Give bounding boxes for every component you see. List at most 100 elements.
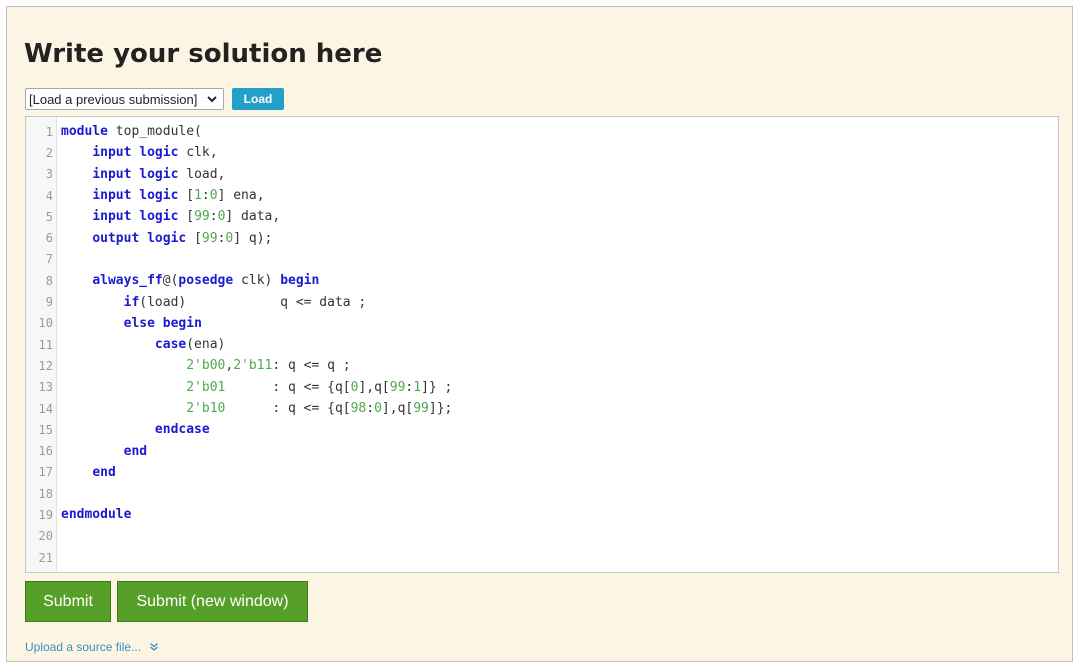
code-keyword: end [123, 443, 148, 459]
code-token: : [366, 401, 375, 416]
load-button[interactable]: Load [232, 88, 284, 110]
code-number: 0 [374, 401, 382, 416]
line-number: 14 [38, 401, 53, 416]
code-keyword: input [92, 145, 132, 161]
code-token: ]} ; [421, 379, 453, 395]
code-line: 8 always_ff@(posedge clk) begin [26, 270, 1058, 291]
code-token: : [209, 209, 218, 225]
code-keyword: else [123, 315, 155, 331]
code-number: 1 [413, 379, 422, 395]
code-keyword: module [61, 124, 108, 140]
line-number: 7 [45, 252, 53, 267]
line-number: 18 [38, 486, 53, 501]
code-keyword: endmodule [61, 507, 132, 523]
code-line: 6 output logic [99:0] q); [26, 227, 1058, 248]
code-line: 12 2'b00,2'b11: q <= q ; [26, 355, 1058, 376]
code-keyword: input [92, 209, 132, 225]
code-token: load, [178, 166, 226, 182]
code-keyword: logic [147, 230, 187, 246]
code-token: : q <= {q[ [225, 379, 351, 395]
code-number: 99 [389, 379, 406, 395]
double-chevron-down-icon [150, 642, 159, 651]
code-line: 3 input logic load, [26, 164, 1058, 185]
code-token: : q <= q ; [272, 358, 351, 374]
code-number: 99 [201, 230, 218, 246]
line-number: 21 [38, 550, 53, 565]
line-number: 5 [45, 209, 53, 224]
code-token: ]}; [428, 401, 453, 416]
code-token: ],q[ [358, 379, 390, 395]
code-text: always_ff@(posedge clk) begin [53, 273, 319, 288]
code-token: @( [162, 273, 179, 289]
code-number: 98 [350, 401, 367, 416]
code-keyword: logic [139, 166, 179, 182]
line-number: 3 [45, 167, 53, 182]
code-keyword: case [154, 337, 187, 353]
code-text: endcase [53, 422, 210, 437]
code-token: : [201, 188, 210, 204]
code-text: else begin [53, 316, 202, 331]
code-token: (load) q <= data ; [139, 294, 367, 310]
solution-panel: Write your solution here [Load a previou… [6, 6, 1073, 662]
code-line: 11 case(ena) [26, 334, 1058, 355]
previous-submission-select[interactable]: [Load a previous submission] [25, 88, 224, 110]
code-text: 2'b00,2'b11: q <= q ; [53, 358, 351, 374]
chevron-down-icon [207, 96, 217, 103]
code-keyword: end [92, 464, 116, 480]
code-line: 16 end [26, 440, 1058, 461]
code-keyword: posedge [178, 273, 234, 289]
line-number: 17 [38, 465, 53, 480]
code-text: input logic clk, [53, 145, 217, 161]
code-keyword: input [92, 188, 132, 204]
code-token: [ [186, 230, 202, 246]
code-line: 1 module top_module( [26, 121, 1058, 142]
code-keyword: if [123, 294, 140, 310]
code-keyword: endcase [154, 422, 210, 438]
line-number: 15 [38, 422, 53, 437]
line-number: 4 [45, 188, 53, 203]
code-line: 13 2'b01 : q <= {q[0],q[99:1]} ; [26, 377, 1058, 398]
code-line: 2 input logic clk, [26, 142, 1058, 163]
submit-button[interactable]: Submit [25, 581, 111, 622]
code-number: 2'b10 [186, 401, 226, 416]
code-token: (ena) [186, 337, 226, 353]
line-number: 16 [38, 444, 53, 459]
code-text: case(ena) [53, 337, 225, 352]
code-keyword: logic [139, 188, 179, 204]
code-number: 1 [194, 188, 202, 204]
code-editor[interactable]: 1 module top_module(2 input logic clk, 3 i… [25, 116, 1059, 573]
code-text: endmodule [53, 507, 131, 522]
code-token: [ [178, 209, 195, 225]
code-keyword: begin [162, 315, 202, 331]
code-text: module top_module( [53, 124, 202, 139]
code-line: 15 endcase [26, 419, 1058, 440]
line-number: 12 [38, 358, 53, 373]
line-number: 8 [45, 273, 53, 288]
line-number: 19 [38, 507, 53, 522]
code-line: 17 end [26, 462, 1058, 483]
code-keyword: always_ff [92, 273, 163, 289]
code-line: 14 2'b10 : q <= {q[98:0],q[99]}; [26, 398, 1058, 419]
line-number: 2 [45, 145, 53, 160]
code-line: 19 endmodule [26, 504, 1058, 525]
line-number: 11 [38, 337, 53, 352]
upload-source-link[interactable]: Upload a source file... [25, 640, 159, 654]
line-number: 13 [38, 380, 53, 395]
code-line: 9 if(load) q <= data ; [26, 291, 1058, 312]
code-number: 2'b01 [186, 379, 226, 395]
code-token: [ [178, 188, 195, 204]
code-keyword: logic [139, 145, 179, 161]
code-text: input logic load, [53, 167, 225, 182]
code-text: output logic [99:0] q); [53, 231, 272, 246]
submit-new-window-button[interactable]: Submit (new window) [117, 581, 308, 622]
code-lines: 1 module top_module(2 input logic clk, 3 i… [26, 121, 1058, 568]
